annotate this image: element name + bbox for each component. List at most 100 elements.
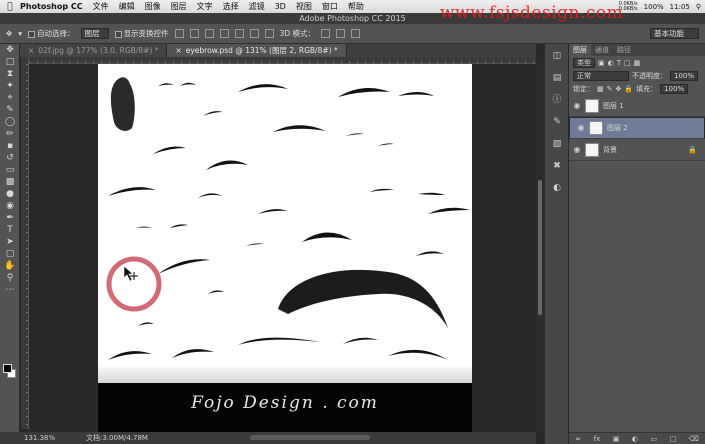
path-select-icon[interactable]: ➤ xyxy=(3,237,17,248)
lock-brush-icon[interactable]: ✎ xyxy=(607,85,613,93)
blur-tool-icon[interactable]: ● xyxy=(3,189,17,200)
shape-tool-icon[interactable]: ▢ xyxy=(3,249,17,260)
filter-adjust-icon[interactable]: ◐ xyxy=(608,59,614,67)
layer-row-2[interactable]: ◉ 图层 2 xyxy=(569,117,705,139)
document-size[interactable]: 文档:3.00M/4.78M xyxy=(86,432,148,444)
horizontal-ruler[interactable] xyxy=(29,57,536,64)
vertical-ruler[interactable] xyxy=(21,57,29,429)
tab-channels[interactable]: 通道 xyxy=(591,44,613,56)
pen-tool-icon[interactable]: ✒ xyxy=(3,213,17,224)
trash-icon[interactable]: ⌫ xyxy=(689,433,699,444)
tab-paths[interactable]: 路径 xyxy=(613,44,635,56)
tab-layers[interactable]: 图层 xyxy=(569,44,591,56)
align-bottom-icon[interactable] xyxy=(204,29,214,38)
drag-3d-icon[interactable] xyxy=(351,29,360,38)
tab-02f[interactable]: × 02f.jpg @ 177% (3.0, RGB/8#) * xyxy=(20,44,168,57)
clock[interactable]: 11:05 xyxy=(670,3,690,11)
align-top-icon[interactable] xyxy=(174,29,184,38)
zoom-tool-icon[interactable]: ⚲ xyxy=(3,273,17,284)
mask-icon[interactable]: ▣ xyxy=(613,433,620,444)
history-brush-icon[interactable]: ↺ xyxy=(3,153,17,164)
lasso-tool-icon[interactable]: ⧗ xyxy=(3,69,17,80)
layer-filter-dropdown[interactable]: 类型 xyxy=(573,57,595,68)
auto-select-dropdown[interactable]: 图层 xyxy=(80,28,109,39)
fx-icon[interactable]: fx xyxy=(594,433,601,444)
opacity-input[interactable]: 100% xyxy=(670,70,699,81)
app-menu[interactable]: Photoshop CC xyxy=(20,2,83,11)
link-icon[interactable]: ∞ xyxy=(575,433,581,444)
tools-panel-icon[interactable]: ✖ xyxy=(550,160,564,172)
filter-pixel-icon[interactable]: ▣ xyxy=(598,59,605,67)
clone-stamp-icon[interactable]: ▪ xyxy=(3,141,17,152)
menu-type[interactable]: 文字 xyxy=(197,1,213,12)
brush-tool-icon[interactable]: ✏ xyxy=(3,129,17,140)
tool-preset-picker[interactable]: ▾ xyxy=(18,29,22,38)
clone-source-icon[interactable]: ▧ xyxy=(550,138,564,150)
eye-icon[interactable]: ◉ xyxy=(573,123,589,133)
tab-eyebrow[interactable]: × eyebrow.psd @ 131% (图层 2, RGB/8#) * xyxy=(167,44,347,57)
type-tool-icon[interactable]: T xyxy=(3,225,17,236)
battery-level[interactable]: 100% xyxy=(644,3,664,11)
blend-mode-dropdown[interactable]: 正常 xyxy=(573,70,629,81)
filter-smart-icon[interactable]: ▩ xyxy=(634,59,641,67)
vertical-scroll-thumb[interactable] xyxy=(538,180,542,315)
eye-icon[interactable]: ◉ xyxy=(569,101,585,110)
show-transform-checkbox[interactable] xyxy=(114,30,122,38)
properties-icon[interactable]: ▤ xyxy=(550,72,564,84)
menu-edit[interactable]: 编辑 xyxy=(119,1,135,12)
align-left-icon[interactable] xyxy=(219,29,229,38)
new-layer-icon[interactable]: □ xyxy=(670,433,677,444)
more-tools-icon[interactable]: ⋯ xyxy=(3,285,17,296)
layer-row-1[interactable]: ◉ 图层 1 xyxy=(569,95,705,117)
filter-type-icon[interactable]: T xyxy=(617,59,621,67)
horizontal-scroll-thumb[interactable] xyxy=(250,435,370,440)
history-icon[interactable]: ◫ xyxy=(550,50,564,62)
eyedropper-icon[interactable]: ✎ xyxy=(3,105,17,116)
search-icon[interactable]: ⚲ xyxy=(696,3,701,11)
workspace-dropdown[interactable]: 基本功能 xyxy=(650,28,699,39)
color-panel-icon[interactable]: ◐ xyxy=(550,182,564,194)
close-icon[interactable]: × xyxy=(175,46,181,55)
dodge-tool-icon[interactable]: ◉ xyxy=(3,201,17,212)
info-icon[interactable]: ⓘ xyxy=(550,94,564,106)
hand-tool-icon[interactable]: ✋ xyxy=(3,261,17,272)
marquee-tool-icon[interactable]: □ xyxy=(3,57,17,68)
menu-filter[interactable]: 滤镜 xyxy=(249,1,265,12)
distribute-icon[interactable] xyxy=(264,29,274,38)
menu-view[interactable]: 视图 xyxy=(296,1,312,12)
foreground-color-swatch[interactable] xyxy=(3,364,12,373)
healing-brush-icon[interactable]: ◯ xyxy=(3,117,17,128)
menu-layer[interactable]: 图层 xyxy=(171,1,187,12)
rotate-3d-icon[interactable] xyxy=(321,29,330,38)
align-middle-icon[interactable] xyxy=(189,29,199,38)
layer-row-background[interactable]: ◉ 背景 🔒 xyxy=(569,139,705,161)
lock-transparent-icon[interactable]: ▦ xyxy=(597,85,604,93)
folder-icon[interactable]: ▭ xyxy=(651,433,658,444)
zoom-level[interactable]: 131.38% xyxy=(24,432,55,444)
quick-select-icon[interactable]: ✦ xyxy=(3,81,17,92)
layer-name[interactable]: 背景 xyxy=(603,145,617,155)
lock-move-icon[interactable]: ✥ xyxy=(616,85,622,93)
brush-panel-icon[interactable]: ✎ xyxy=(550,116,564,128)
crop-tool-icon[interactable]: ⌖ xyxy=(3,93,17,104)
menu-image[interactable]: 图像 xyxy=(145,1,161,12)
align-right-icon[interactable] xyxy=(249,29,259,38)
menu-file[interactable]: 文件 xyxy=(93,1,109,12)
close-icon[interactable]: × xyxy=(28,46,34,55)
move-tool-icon[interactable]: ✥ xyxy=(3,45,17,56)
layer-name[interactable]: 图层 2 xyxy=(607,123,628,133)
adjustment-icon[interactable]: ◐ xyxy=(632,433,638,444)
apple-icon[interactable]:  xyxy=(0,2,20,12)
menu-help[interactable]: 帮助 xyxy=(348,1,364,12)
align-center-icon[interactable] xyxy=(234,29,244,38)
move-tool-icon[interactable]: ✥ xyxy=(6,29,12,38)
layer-name[interactable]: 图层 1 xyxy=(603,101,624,111)
document-canvas[interactable]: Fojo Design . com xyxy=(98,64,472,436)
menu-select[interactable]: 选择 xyxy=(223,1,239,12)
roll-3d-icon[interactable] xyxy=(336,29,345,38)
eye-icon[interactable]: ◉ xyxy=(569,145,585,154)
menu-3d[interactable]: 3D xyxy=(275,2,286,11)
fill-input[interactable]: 100% xyxy=(660,83,689,94)
gradient-icon[interactable]: ▩ xyxy=(3,177,17,188)
filter-shape-icon[interactable]: □ xyxy=(624,59,631,67)
